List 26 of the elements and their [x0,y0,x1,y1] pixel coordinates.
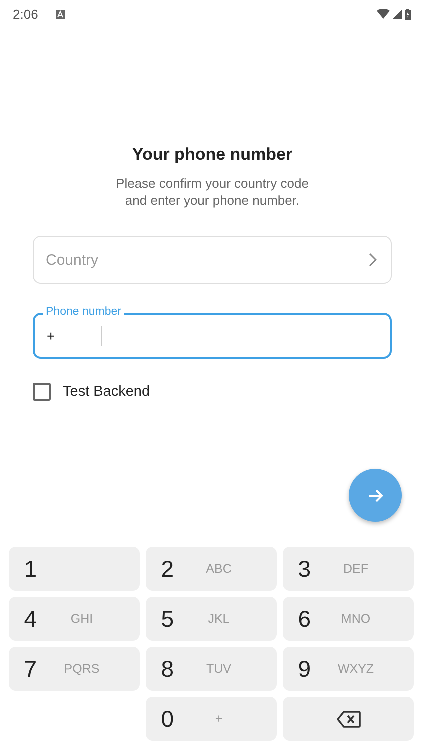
keypad-key[interactable]: 9 WXYZ [283,647,414,691]
keypad-key[interactable]: 3 DEF [283,547,414,591]
keypad-key[interactable]: 7 PQRS [9,647,140,691]
status-time: 2:06 [13,6,38,22]
keypad-key[interactable]: 1 [9,547,140,591]
battery-icon [405,8,411,20]
checkbox-label: Test Backend [63,384,150,400]
backspace-icon [336,710,360,728]
next-button[interactable] [349,469,402,522]
checkbox[interactable] [33,383,51,401]
backspace-button[interactable] [283,697,414,741]
wifi-icon [377,9,390,19]
keypad-key[interactable]: 2 ABC [146,547,277,591]
keypad-key[interactable]: 6 MNO [283,597,414,641]
arrow-right-icon [368,488,384,502]
screen-title: Your phone number [131,144,294,166]
signal-icon [393,10,402,18]
keypad-key[interactable]: 0 + [146,697,277,741]
instructions-text: Please confirm your country code and enter your phone number. [115,175,310,209]
country-code-prefix: + [47,328,56,344]
notification-icon [56,10,66,18]
keypad-key[interactable]: 8 TUV [146,647,277,691]
country-field[interactable]: Country [33,236,392,284]
chevron-right-icon [369,253,377,267]
keypad-key[interactable]: 5 JKL [146,597,277,641]
keypad-key[interactable]: 4 GHI [9,597,140,641]
